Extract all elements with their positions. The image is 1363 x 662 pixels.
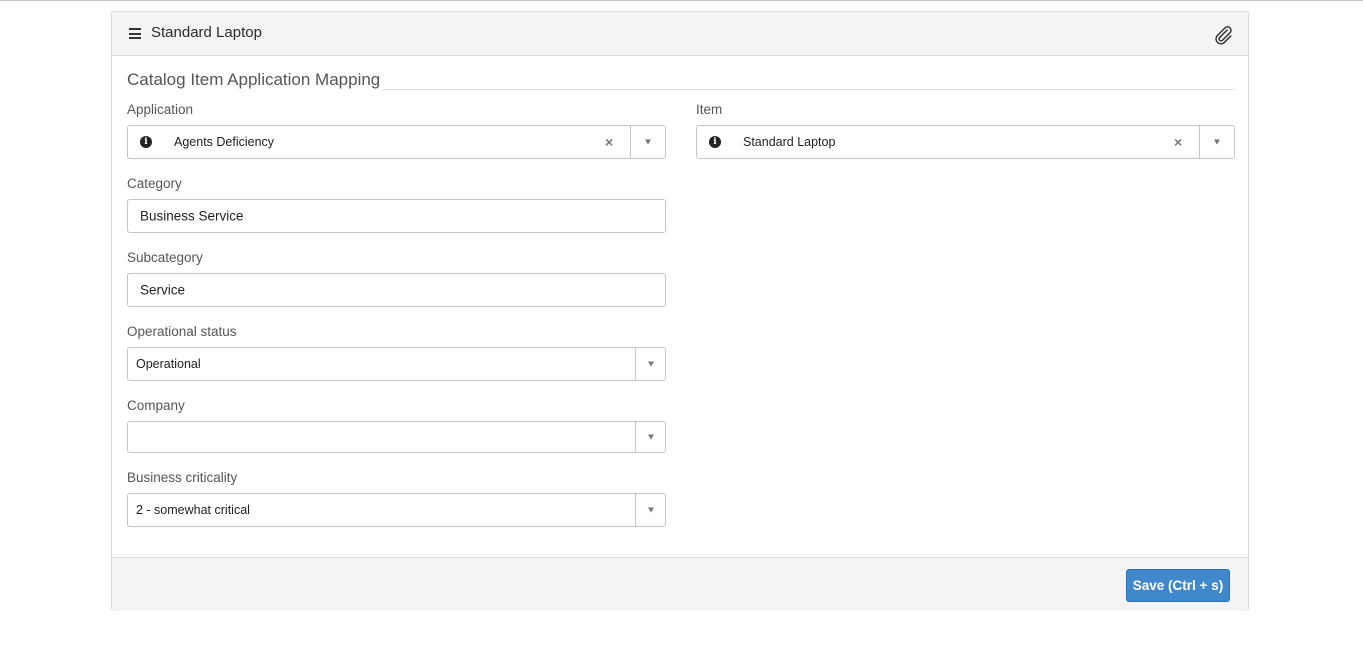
chevron-down-icon [647,434,654,440]
company-label: Company [127,398,185,413]
hamburger-icon[interactable] [129,28,141,39]
company-select[interactable] [127,421,666,453]
category-label: Category [127,176,182,191]
category-input[interactable]: Business Service [127,199,666,233]
business-criticality-label: Business criticality [127,470,238,485]
chevron-down-icon [645,139,651,145]
operational-status-dropdown-toggle[interactable] [635,348,665,380]
clear-icon[interactable]: × [1174,135,1182,149]
operational-status-label: Operational status [127,324,237,339]
application-label: Application [127,102,194,117]
clear-icon[interactable]: × [605,135,613,149]
page-title: Standard Laptop [151,24,262,41]
business-criticality-select[interactable]: 2 - somewhat critical [127,493,666,527]
application-value: Agents Deficiency [174,135,275,149]
subcategory-input[interactable]: Service [127,273,666,307]
panel-header: Standard Laptop [112,12,1248,56]
application-select[interactable]: i Agents Deficiency × [127,125,666,159]
info-icon[interactable]: i [140,136,152,148]
application-dropdown-toggle[interactable] [630,126,665,158]
category-value: Business Service [140,208,244,224]
chevron-down-icon [647,361,654,367]
subcategory-value: Service [140,282,186,298]
operational-status-value: Operational [136,357,201,371]
item-label: Item [696,102,723,117]
info-icon[interactable]: i [709,136,721,148]
save-button[interactable]: Save (Ctrl + s) [1126,569,1230,602]
item-dropdown-toggle[interactable] [1199,126,1234,158]
panel-footer: Save (Ctrl + s) [112,557,1248,611]
chevron-down-icon [1214,139,1220,145]
section-divider [382,89,1235,90]
operational-status-select[interactable]: Operational [127,347,666,381]
item-value: Standard Laptop [743,135,836,149]
business-criticality-dropdown-toggle[interactable] [635,494,665,526]
item-select[interactable]: i Standard Laptop × [696,125,1235,159]
form-panel: Standard Laptop Catalog Item Application… [111,11,1249,611]
subcategory-label: Subcategory [127,250,203,265]
top-divider [0,0,1363,1]
company-dropdown-toggle[interactable] [635,422,665,452]
chevron-down-icon [647,507,654,513]
business-criticality-value: 2 - somewhat critical [136,503,250,517]
section-title: Catalog Item Application Mapping [127,70,381,89]
paperclip-icon[interactable] [1212,24,1234,46]
